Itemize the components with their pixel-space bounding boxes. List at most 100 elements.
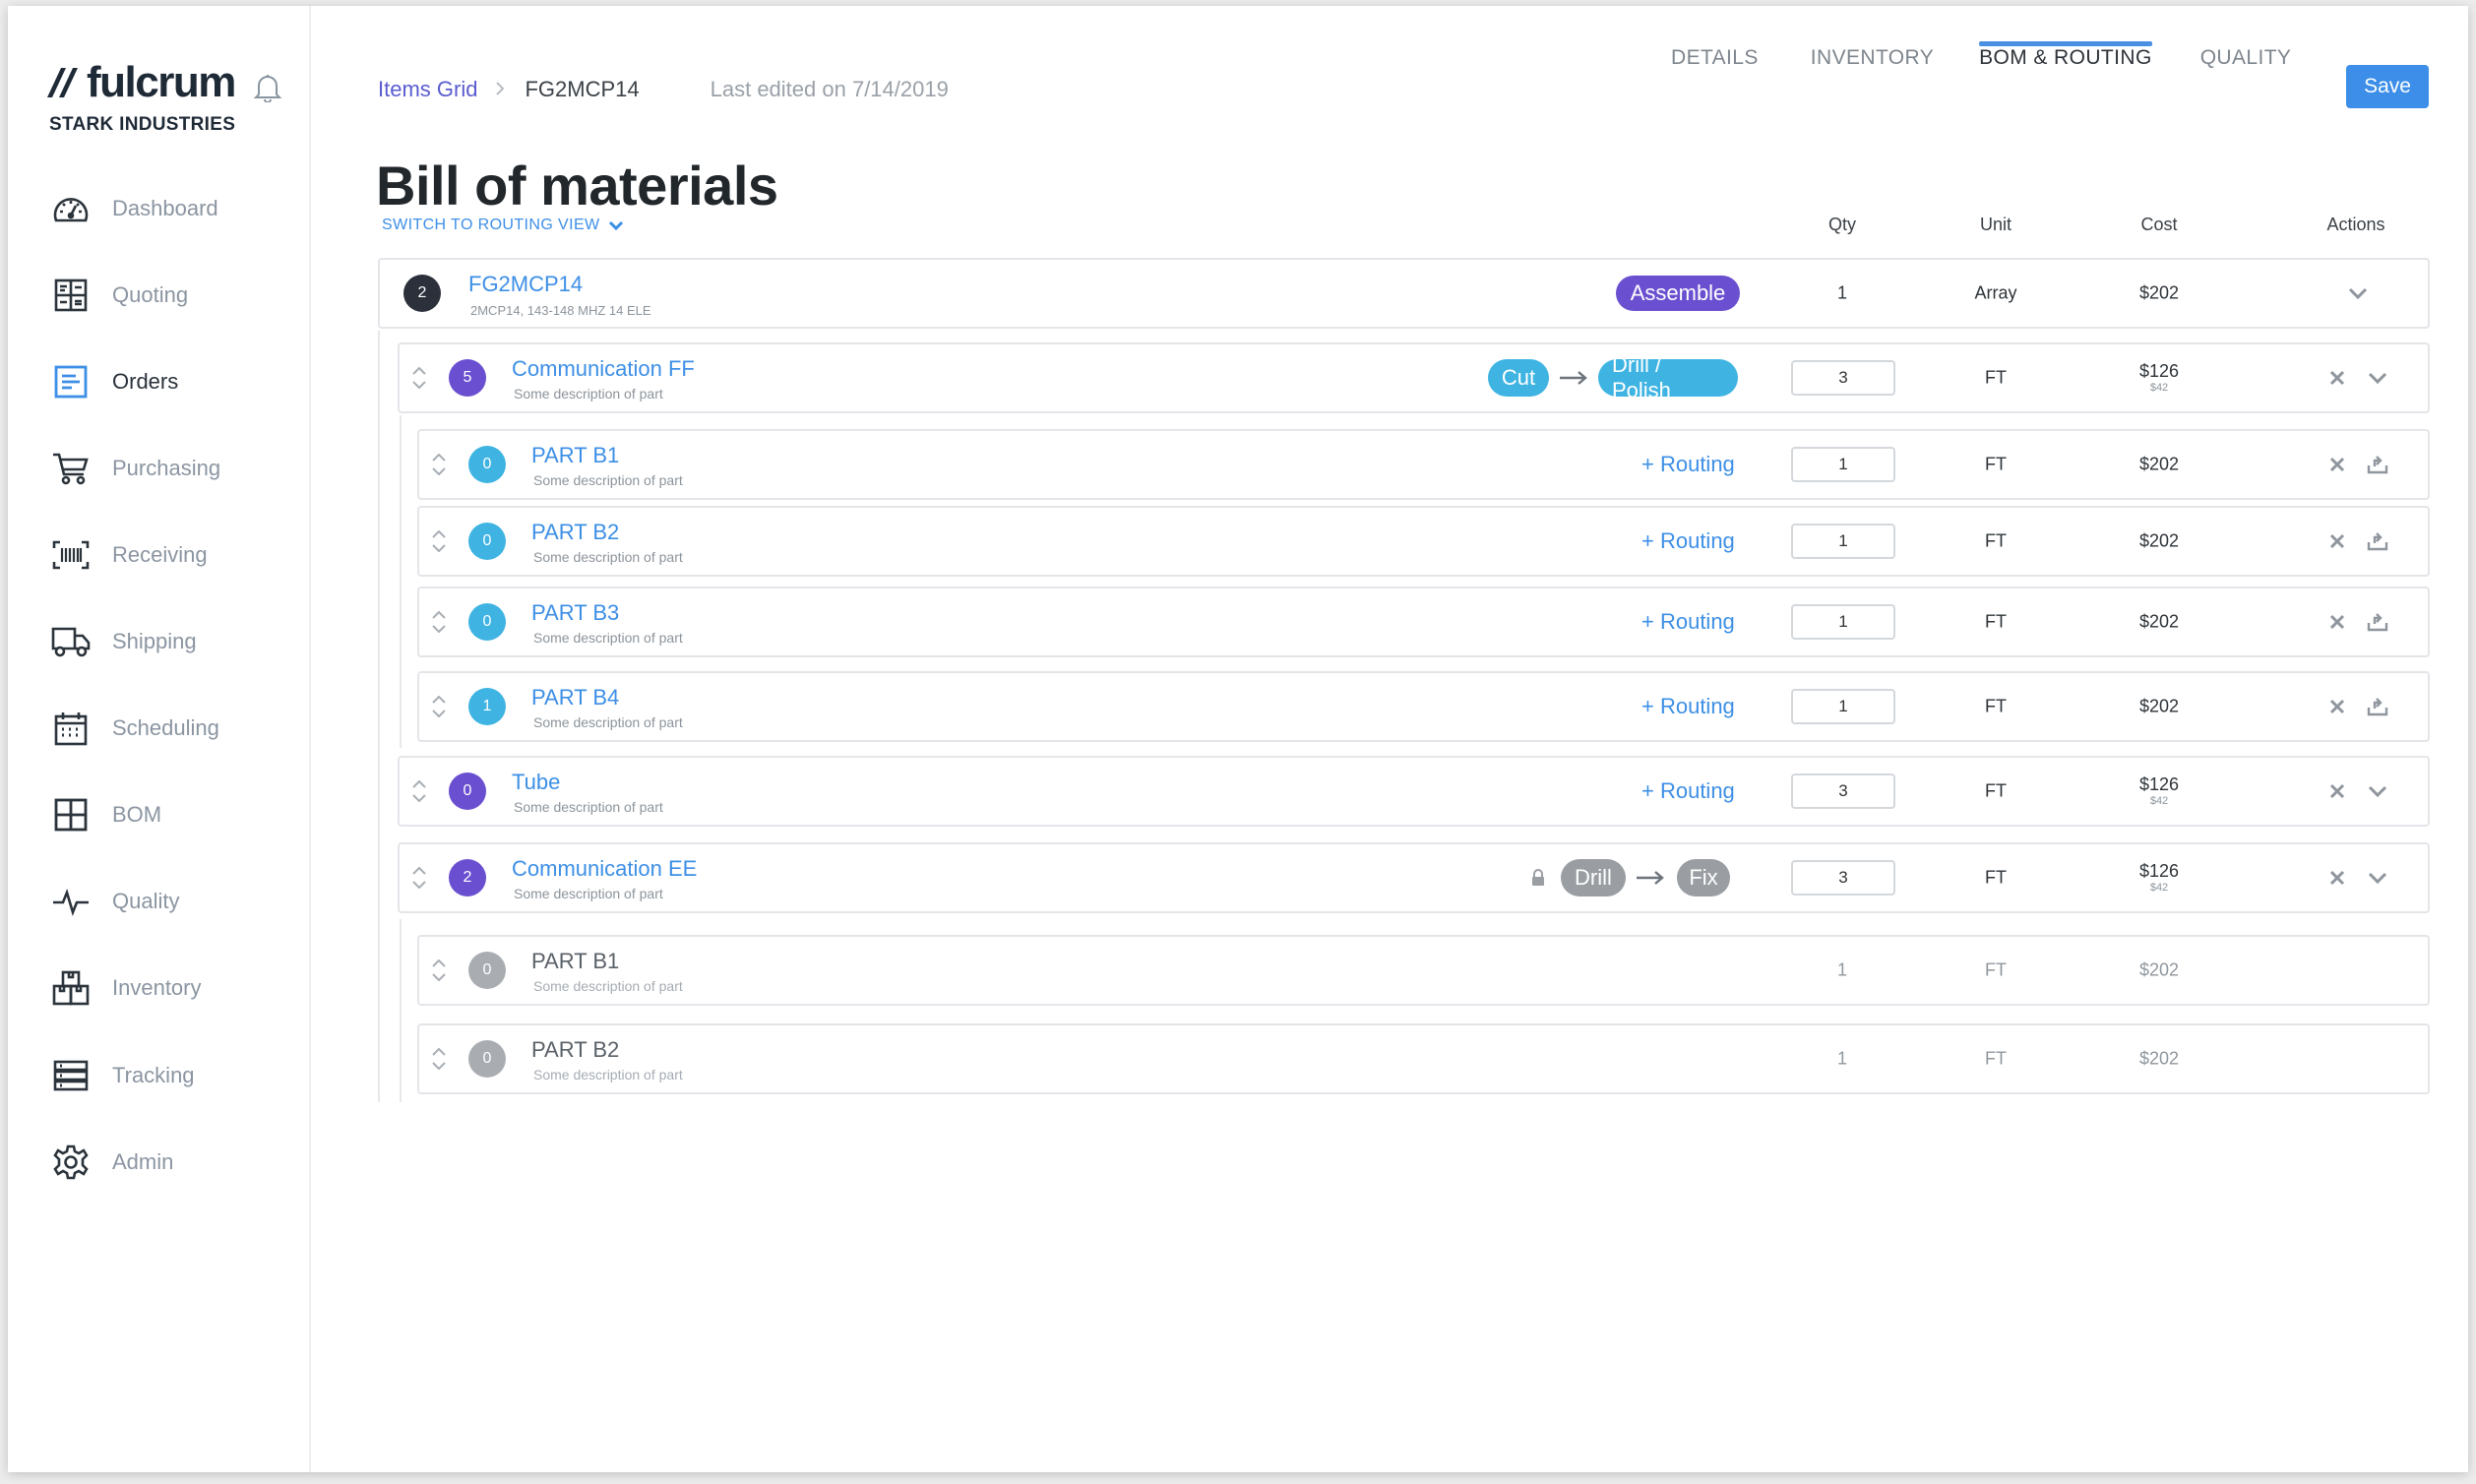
move-out-icon[interactable] [2366, 529, 2389, 553]
part-name-link[interactable]: FG2MCP14 [468, 272, 583, 297]
sidebar-item-tracking[interactable]: Tracking [51, 1054, 195, 1097]
move-up-icon[interactable] [432, 611, 446, 619]
tab-inventory[interactable]: INVENTORY [1811, 6, 1934, 104]
expand-chevron-down-icon[interactable] [2366, 366, 2389, 390]
sidebar-item-admin[interactable]: Admin [51, 1141, 173, 1184]
reorder-arrows[interactable] [409, 780, 429, 802]
move-down-icon[interactable] [432, 1062, 446, 1070]
qty-input[interactable] [1791, 604, 1895, 640]
bom-row-tube[interactable]: 0 Tube Some description of part + Routin… [398, 756, 2430, 827]
chevron-right-icon [495, 77, 505, 102]
move-up-icon[interactable] [432, 959, 446, 967]
part-name-link[interactable]: Communication EE [512, 856, 697, 882]
qty-input[interactable] [1791, 360, 1895, 396]
switch-routing-view-link[interactable]: SWITCH TO ROUTING VIEW [382, 216, 624, 234]
move-up-icon[interactable] [432, 454, 446, 462]
part-name-link[interactable]: PART B3 [531, 600, 619, 626]
expand-chevron-down-icon[interactable] [2366, 866, 2389, 890]
bom-row-communication-ee[interactable]: 2 Communication EE Some description of p… [398, 842, 2430, 913]
sidebar-item-orders[interactable]: Orders [51, 360, 178, 403]
sidebar-item-purchasing[interactable]: Purchasing [51, 447, 220, 490]
bom-row-part-b3[interactable]: 0 PART B3 Some description of part + Rou… [417, 587, 2430, 657]
sidebar-item-scheduling[interactable]: Scheduling [51, 707, 219, 750]
remove-x-icon[interactable] [2326, 530, 2348, 552]
bell-icon[interactable] [253, 73, 282, 107]
tab-details[interactable]: DETAILS [1671, 6, 1759, 104]
qty-input[interactable] [1791, 860, 1895, 896]
sidebar-item-quality[interactable]: Quality [51, 880, 179, 923]
move-out-icon[interactable] [2366, 453, 2389, 476]
routing-step-assemble[interactable]: Assemble [1616, 276, 1740, 311]
breadcrumb-items-grid-link[interactable]: Items Grid [378, 77, 477, 102]
part-name-link[interactable]: PART B1 [531, 443, 619, 468]
qty-input[interactable] [1791, 773, 1895, 809]
sidebar-item-bom[interactable]: BOM [51, 793, 161, 836]
move-down-icon[interactable] [432, 544, 446, 552]
remove-x-icon[interactable] [2326, 367, 2348, 389]
part-name-link[interactable]: Tube [512, 770, 560, 795]
reorder-arrows[interactable] [429, 959, 449, 981]
expand-chevron-down-icon[interactable] [2366, 779, 2389, 803]
move-up-icon[interactable] [432, 1048, 446, 1056]
sidebar-item-inventory[interactable]: Inventory [51, 966, 202, 1010]
reorder-arrows[interactable] [409, 867, 429, 889]
qty-input[interactable] [1791, 689, 1895, 724]
sidebar-item-dashboard[interactable]: Dashboard [51, 187, 218, 230]
reorder-arrows[interactable] [429, 696, 449, 717]
part-description: Some description of part [533, 714, 683, 730]
part-name-link[interactable]: PART B4 [531, 685, 619, 711]
reorder-arrows[interactable] [429, 454, 449, 475]
add-routing-link[interactable]: + Routing [1641, 694, 1735, 719]
expand-chevron-down-icon[interactable] [2346, 281, 2370, 305]
move-down-icon[interactable] [432, 710, 446, 717]
reorder-arrows[interactable] [429, 611, 449, 633]
move-up-icon[interactable] [412, 867, 426, 875]
remove-x-icon[interactable] [2326, 867, 2348, 889]
bom-row-part-b4[interactable]: 1 PART B4 Some description of part + Rou… [417, 671, 2430, 742]
add-routing-link[interactable]: + Routing [1641, 609, 1735, 635]
remove-x-icon[interactable] [2326, 696, 2348, 717]
bom-row-communication-ff[interactable]: 5 Communication FF Some description of p… [398, 342, 2430, 413]
sidebar-item-shipping[interactable]: Shipping [51, 620, 197, 663]
remove-x-icon[interactable] [2326, 454, 2348, 475]
reorder-arrows[interactable] [409, 367, 429, 389]
bom-row-part-b1-locked[interactable]: 0 PART B1 Some description of part 1 FT … [417, 935, 2430, 1006]
move-up-icon[interactable] [432, 696, 446, 704]
bom-row-part-b1[interactable]: 0 PART B1 Some description of part + Rou… [417, 429, 2430, 500]
move-out-icon[interactable] [2366, 610, 2389, 634]
routing-step-fix[interactable]: Fix [1677, 859, 1730, 897]
reorder-arrows[interactable] [429, 1048, 449, 1070]
bom-row-part-b2-locked[interactable]: 0 PART B2 Some description of part 1 FT … [417, 1023, 2430, 1094]
add-routing-link[interactable]: + Routing [1641, 528, 1735, 554]
sidebar-item-receiving[interactable]: Receiving [51, 533, 208, 577]
tab-bom-routing[interactable]: BOM & ROUTING [1979, 6, 2152, 104]
move-down-icon[interactable] [432, 467, 446, 475]
move-down-icon[interactable] [412, 381, 426, 389]
add-routing-link[interactable]: + Routing [1641, 452, 1735, 477]
qty-input[interactable] [1791, 524, 1895, 559]
part-name-link[interactable]: Communication FF [512, 356, 695, 382]
add-routing-link[interactable]: + Routing [1641, 778, 1735, 804]
move-down-icon[interactable] [412, 794, 426, 802]
routing-step-drill[interactable]: Drill [1561, 859, 1626, 897]
move-up-icon[interactable] [412, 367, 426, 375]
remove-x-icon[interactable] [2326, 611, 2348, 633]
move-down-icon[interactable] [432, 625, 446, 633]
sidebar-item-quoting[interactable]: Quoting [51, 274, 188, 317]
routing-step-drill-polish[interactable]: Drill / Polish [1598, 352, 1738, 402]
remove-x-icon[interactable] [2326, 780, 2348, 802]
grid-icon [51, 795, 91, 835]
tab-quality[interactable]: QUALITY [2200, 6, 2292, 104]
bom-row-root[interactable]: 2 FG2MCP14 2MCP14, 143-148 MHZ 14 ELE As… [378, 258, 2430, 329]
move-down-icon[interactable] [432, 973, 446, 981]
move-up-icon[interactable] [432, 530, 446, 538]
part-name-link[interactable]: PART B2 [531, 520, 619, 545]
reorder-arrows[interactable] [429, 530, 449, 552]
save-button[interactable]: Save [2346, 65, 2429, 108]
move-out-icon[interactable] [2366, 695, 2389, 718]
move-up-icon[interactable] [412, 780, 426, 788]
routing-step-cut[interactable]: Cut [1488, 359, 1549, 397]
bom-row-part-b2[interactable]: 0 PART B2 Some description of part + Rou… [417, 506, 2430, 577]
move-down-icon[interactable] [412, 881, 426, 889]
qty-input[interactable] [1791, 447, 1895, 482]
